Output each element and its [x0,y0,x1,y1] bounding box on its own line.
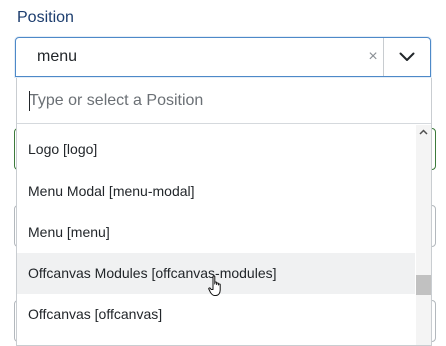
position-options-list: Logo [logo] Menu Modal [menu-modal] Menu… [17,125,415,345]
position-select[interactable]: menu × [15,37,431,77]
text-caret [29,91,30,111]
clear-selection-button[interactable]: × [364,47,382,67]
position-field-label: Position [17,9,74,26]
chevron-down-icon [399,52,415,61]
scrollbar-thumb[interactable] [416,275,431,295]
option-offcanvas[interactable]: Offcanvas [offcanvas] [17,294,415,335]
position-dropdown: Logo [logo] Menu Modal [menu-modal] Menu… [16,78,432,346]
hand-cursor-icon [208,275,221,296]
option-logo[interactable]: Logo [logo] [17,129,415,170]
position-search-input[interactable] [17,78,431,124]
option-menu-modal[interactable]: Menu Modal [menu-modal] [17,171,415,212]
selected-value: menu [37,48,78,65]
dropdown-toggle-button[interactable] [383,38,430,76]
options-scrollbar[interactable] [416,125,431,345]
scroll-up-arrow-icon[interactable] [416,125,431,139]
option-menu[interactable]: Menu [menu] [17,212,415,253]
